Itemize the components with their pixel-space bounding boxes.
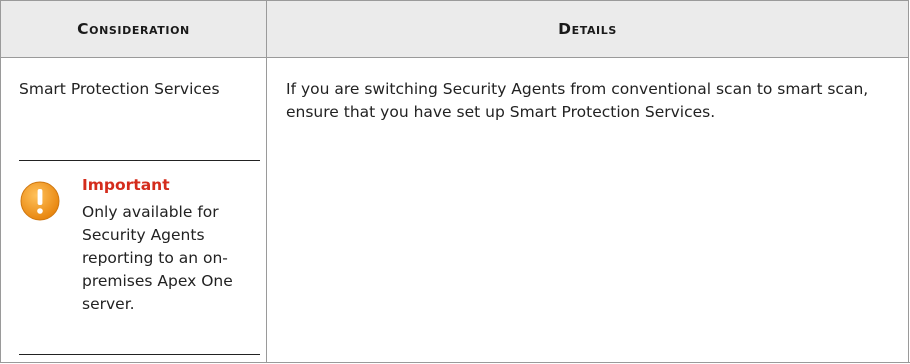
- note-bottom-rule: [19, 354, 260, 355]
- important-title: Important: [82, 176, 170, 194]
- header-consideration: Consideration: [77, 20, 190, 38]
- table-header: Consideration Details: [1, 0, 908, 58]
- important-text: Only available for Security Agents repor…: [82, 203, 233, 313]
- note-top-rule: [19, 160, 260, 161]
- table-bottom-border: [1, 362, 910, 363]
- column-divider: [266, 0, 267, 363]
- consideration-cell: Smart Protection Services: [19, 80, 220, 98]
- details-cell: If you are switching Security Agents fro…: [286, 80, 869, 121]
- considerations-table: Consideration Details Smart Protection S…: [0, 0, 910, 363]
- warning-icon: [20, 181, 60, 221]
- header-details: Details: [558, 20, 617, 38]
